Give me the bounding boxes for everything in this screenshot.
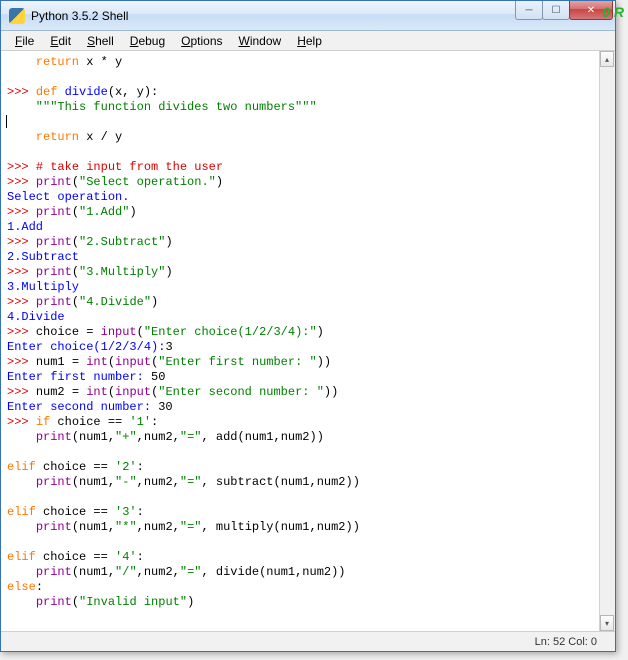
builtin-input: input <box>115 355 151 369</box>
editor-area[interactable]: return x * y >>> def divide(x, y): """Th… <box>1 51 615 631</box>
output: Enter second number: <box>7 400 158 414</box>
builtin-int: int <box>86 385 108 399</box>
builtin-int: int <box>86 355 108 369</box>
prompt: >>> <box>7 205 36 219</box>
string: "/" <box>115 565 137 579</box>
string: "=" <box>180 565 202 579</box>
prompt: >>> <box>7 415 36 429</box>
string: "4.Divide" <box>79 295 151 309</box>
string: '3' <box>115 505 137 519</box>
string: "1.Add" <box>79 205 129 219</box>
keyword-elif: elif <box>7 550 36 564</box>
builtin-print: print <box>36 265 72 279</box>
keyword-else: else <box>7 580 36 594</box>
prompt: >>> <box>7 235 36 249</box>
string: "Enter choice(1/2/3/4):" <box>144 325 317 339</box>
string: '1' <box>129 415 151 429</box>
keyword-return: return <box>7 55 79 69</box>
string: '4' <box>115 550 137 564</box>
builtin-input: input <box>115 385 151 399</box>
python-icon <box>9 8 25 24</box>
prompt: >>> <box>7 385 36 399</box>
string: '2' <box>115 460 137 474</box>
output: Enter first number: <box>7 370 151 384</box>
prompt: >>> <box>7 265 36 279</box>
scroll-down-button[interactable]: ▾ <box>600 615 614 631</box>
string: "3.Multiply" <box>79 265 165 279</box>
keyword-if: if <box>36 415 50 429</box>
string: "Select operation." <box>79 175 216 189</box>
prompt: >>> <box>7 175 36 189</box>
string: "-" <box>115 475 137 489</box>
output: Enter choice(1/2/3/4): <box>7 340 165 354</box>
string: "Invalid input" <box>79 595 187 609</box>
menu-debug[interactable]: Debug <box>122 32 173 50</box>
builtin-print: print <box>36 595 72 609</box>
prompt: >>> <box>7 355 36 369</box>
statusbar: Ln: 52 Col: 0 <box>1 631 615 651</box>
prompt: >>> <box>7 295 36 309</box>
string: "=" <box>180 430 202 444</box>
string: "Enter first number: " <box>158 355 316 369</box>
menu-help[interactable]: Help <box>289 32 330 50</box>
docstring: """This function divides two numbers""" <box>7 100 317 114</box>
string: "Enter second number: " <box>158 385 324 399</box>
window-controls: ─ ☐ ✕ <box>516 1 613 21</box>
output: 4.Divide <box>7 310 65 324</box>
string: "2.Subtract" <box>79 235 165 249</box>
maximize-button[interactable]: ☐ <box>542 1 570 20</box>
builtin-print: print <box>36 520 72 534</box>
string: "+" <box>115 430 137 444</box>
vertical-scrollbar[interactable]: ▴ ▾ <box>599 51 615 631</box>
prompt: >>> <box>7 325 36 339</box>
text-cursor <box>6 115 7 128</box>
menu-window[interactable]: Window <box>231 32 290 50</box>
builtin-print: print <box>36 430 72 444</box>
builtin-print: print <box>36 475 72 489</box>
builtin-print: print <box>36 235 72 249</box>
string: "=" <box>180 520 202 534</box>
menubar: File Edit Shell Debug Options Window Hel… <box>1 31 615 51</box>
string: "*" <box>115 520 137 534</box>
string: "=" <box>180 475 202 489</box>
python-shell-window: Python 3.5.2 Shell ─ ☐ ✕ File Edit Shell… <box>0 0 616 652</box>
output: 2.Subtract <box>7 250 79 264</box>
builtin-print: print <box>36 205 72 219</box>
keyword-def: def <box>36 85 58 99</box>
prompt: >>> <box>7 85 36 99</box>
code-content[interactable]: return x * y >>> def divide(x, y): """Th… <box>1 51 615 631</box>
menu-file[interactable]: File <box>7 32 42 50</box>
comment: # take input from the user <box>36 160 223 174</box>
output: 3.Multiply <box>7 280 79 294</box>
builtin-print: print <box>36 175 72 189</box>
keyword-return: return <box>7 130 79 144</box>
menu-options[interactable]: Options <box>173 32 230 50</box>
builtin-input: input <box>101 325 137 339</box>
keyword-elif: elif <box>7 505 36 519</box>
builtin-print: print <box>36 565 72 579</box>
minimize-button[interactable]: ─ <box>515 1 543 20</box>
output: 1.Add <box>7 220 43 234</box>
watermark: 0 R <box>602 4 624 20</box>
func-name: divide <box>57 85 107 99</box>
output: Select operation. <box>7 190 129 204</box>
builtin-print: print <box>36 295 72 309</box>
prompt: >>> <box>7 160 36 174</box>
keyword-elif: elif <box>7 460 36 474</box>
menu-shell[interactable]: Shell <box>79 32 122 50</box>
titlebar[interactable]: Python 3.5.2 Shell ─ ☐ ✕ <box>1 1 615 31</box>
scroll-up-button[interactable]: ▴ <box>600 51 614 67</box>
menu-edit[interactable]: Edit <box>42 32 79 50</box>
line-col-indicator: Ln: 52 Col: 0 <box>535 636 597 648</box>
